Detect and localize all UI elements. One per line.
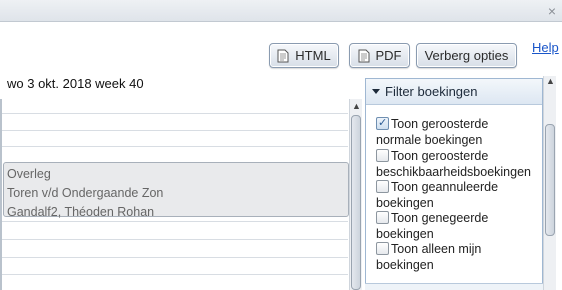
checkbox-normal-bookings[interactable]: ✓ — [376, 117, 389, 130]
scrollbar-thumb[interactable] — [545, 124, 555, 236]
checkbox-cancelled-bookings[interactable] — [376, 180, 389, 193]
time-slot-line — [2, 257, 348, 258]
close-icon[interactable]: × — [544, 2, 560, 20]
time-slot-line — [2, 239, 348, 240]
option-label-line2: boekingen — [376, 227, 434, 241]
window-titlebar: × — [0, 0, 562, 22]
time-slot-line — [2, 274, 348, 275]
checkbox-ignored-bookings[interactable] — [376, 211, 389, 224]
calendar-day-view[interactable]: Overleg Toren v/d Ondergaande Zon Gandal… — [0, 99, 350, 290]
hide-options-label: Verberg opties — [424, 48, 509, 63]
html-export-button[interactable]: HTML — [269, 43, 339, 68]
scrollbar-thumb[interactable] — [351, 115, 361, 290]
filter-panel: Filter boekingen ✓ Toon geroosterde norma… — [365, 78, 543, 290]
option-label-line2: beschikbaarheidsboekingen — [376, 165, 531, 179]
filter-panel-title: Filter boekingen — [385, 84, 478, 99]
option-label-line1: Toon geroosterde — [391, 117, 489, 131]
date-header: wo 3 okt. 2018 week 40 — [7, 76, 144, 91]
hide-options-button[interactable]: Verberg opties — [416, 43, 517, 68]
html-button-label: HTML — [295, 48, 331, 63]
option-label-line2: normale boekingen — [376, 133, 483, 147]
option-label-line1: Toon alleen mijn — [391, 242, 482, 256]
filter-option-ignored: Toon genegeerde boekingen — [376, 210, 542, 242]
appointment-block[interactable]: Overleg Toren v/d Ondergaande Zon Gandal… — [3, 162, 349, 219]
time-gutter — [0, 99, 2, 290]
time-slot-line — [2, 146, 348, 147]
option-label-line2: boekingen — [376, 196, 434, 210]
help-link[interactable]: Help — [532, 40, 559, 55]
calendar-scrollbar[interactable]: ▲ — [349, 99, 362, 290]
document-icon — [358, 49, 371, 63]
appointment-participants: Gandalf2, Théoden Rohan — [7, 205, 155, 219]
option-label-line1: Toon geannuleerde — [391, 180, 499, 194]
next-panel-header[interactable] — [365, 283, 543, 290]
triangle-down-icon — [372, 89, 380, 94]
filter-panel-header[interactable]: Filter boekingen — [366, 79, 542, 105]
option-label-line1: Toon genegeerde — [391, 211, 489, 225]
option-label-line1: Toon geroosterde — [391, 149, 489, 163]
arrow-up-icon[interactable]: ▲ — [545, 76, 556, 87]
time-slot-line — [2, 113, 348, 114]
appointment-title: Overleg — [7, 167, 51, 181]
checkmark-icon: ✓ — [378, 117, 388, 129]
options-scrollbar[interactable]: ▲ — [543, 76, 556, 290]
checkbox-only-my-bookings[interactable] — [376, 242, 389, 255]
filter-option-availability: Toon geroosterde beschikbaarheidsboeking… — [376, 148, 542, 180]
filter-option-mine-only: Toon alleen mijn boekingen — [376, 241, 542, 273]
checkbox-availability-bookings[interactable] — [376, 149, 389, 162]
arrow-up-icon[interactable]: ▲ — [351, 101, 362, 112]
pdf-export-button[interactable]: PDF — [349, 43, 410, 68]
time-slot-line — [2, 130, 348, 131]
filter-option-normal: ✓ Toon geroosterde normale boekingen — [376, 116, 542, 148]
option-label-line2: boekingen — [376, 258, 434, 272]
appointment-location: Toren v/d Ondergaande Zon — [7, 186, 164, 200]
document-icon — [277, 49, 290, 63]
time-slot-line — [2, 221, 348, 222]
filter-option-cancelled: Toon geannuleerde boekingen — [376, 179, 542, 211]
pdf-button-label: PDF — [375, 48, 402, 63]
